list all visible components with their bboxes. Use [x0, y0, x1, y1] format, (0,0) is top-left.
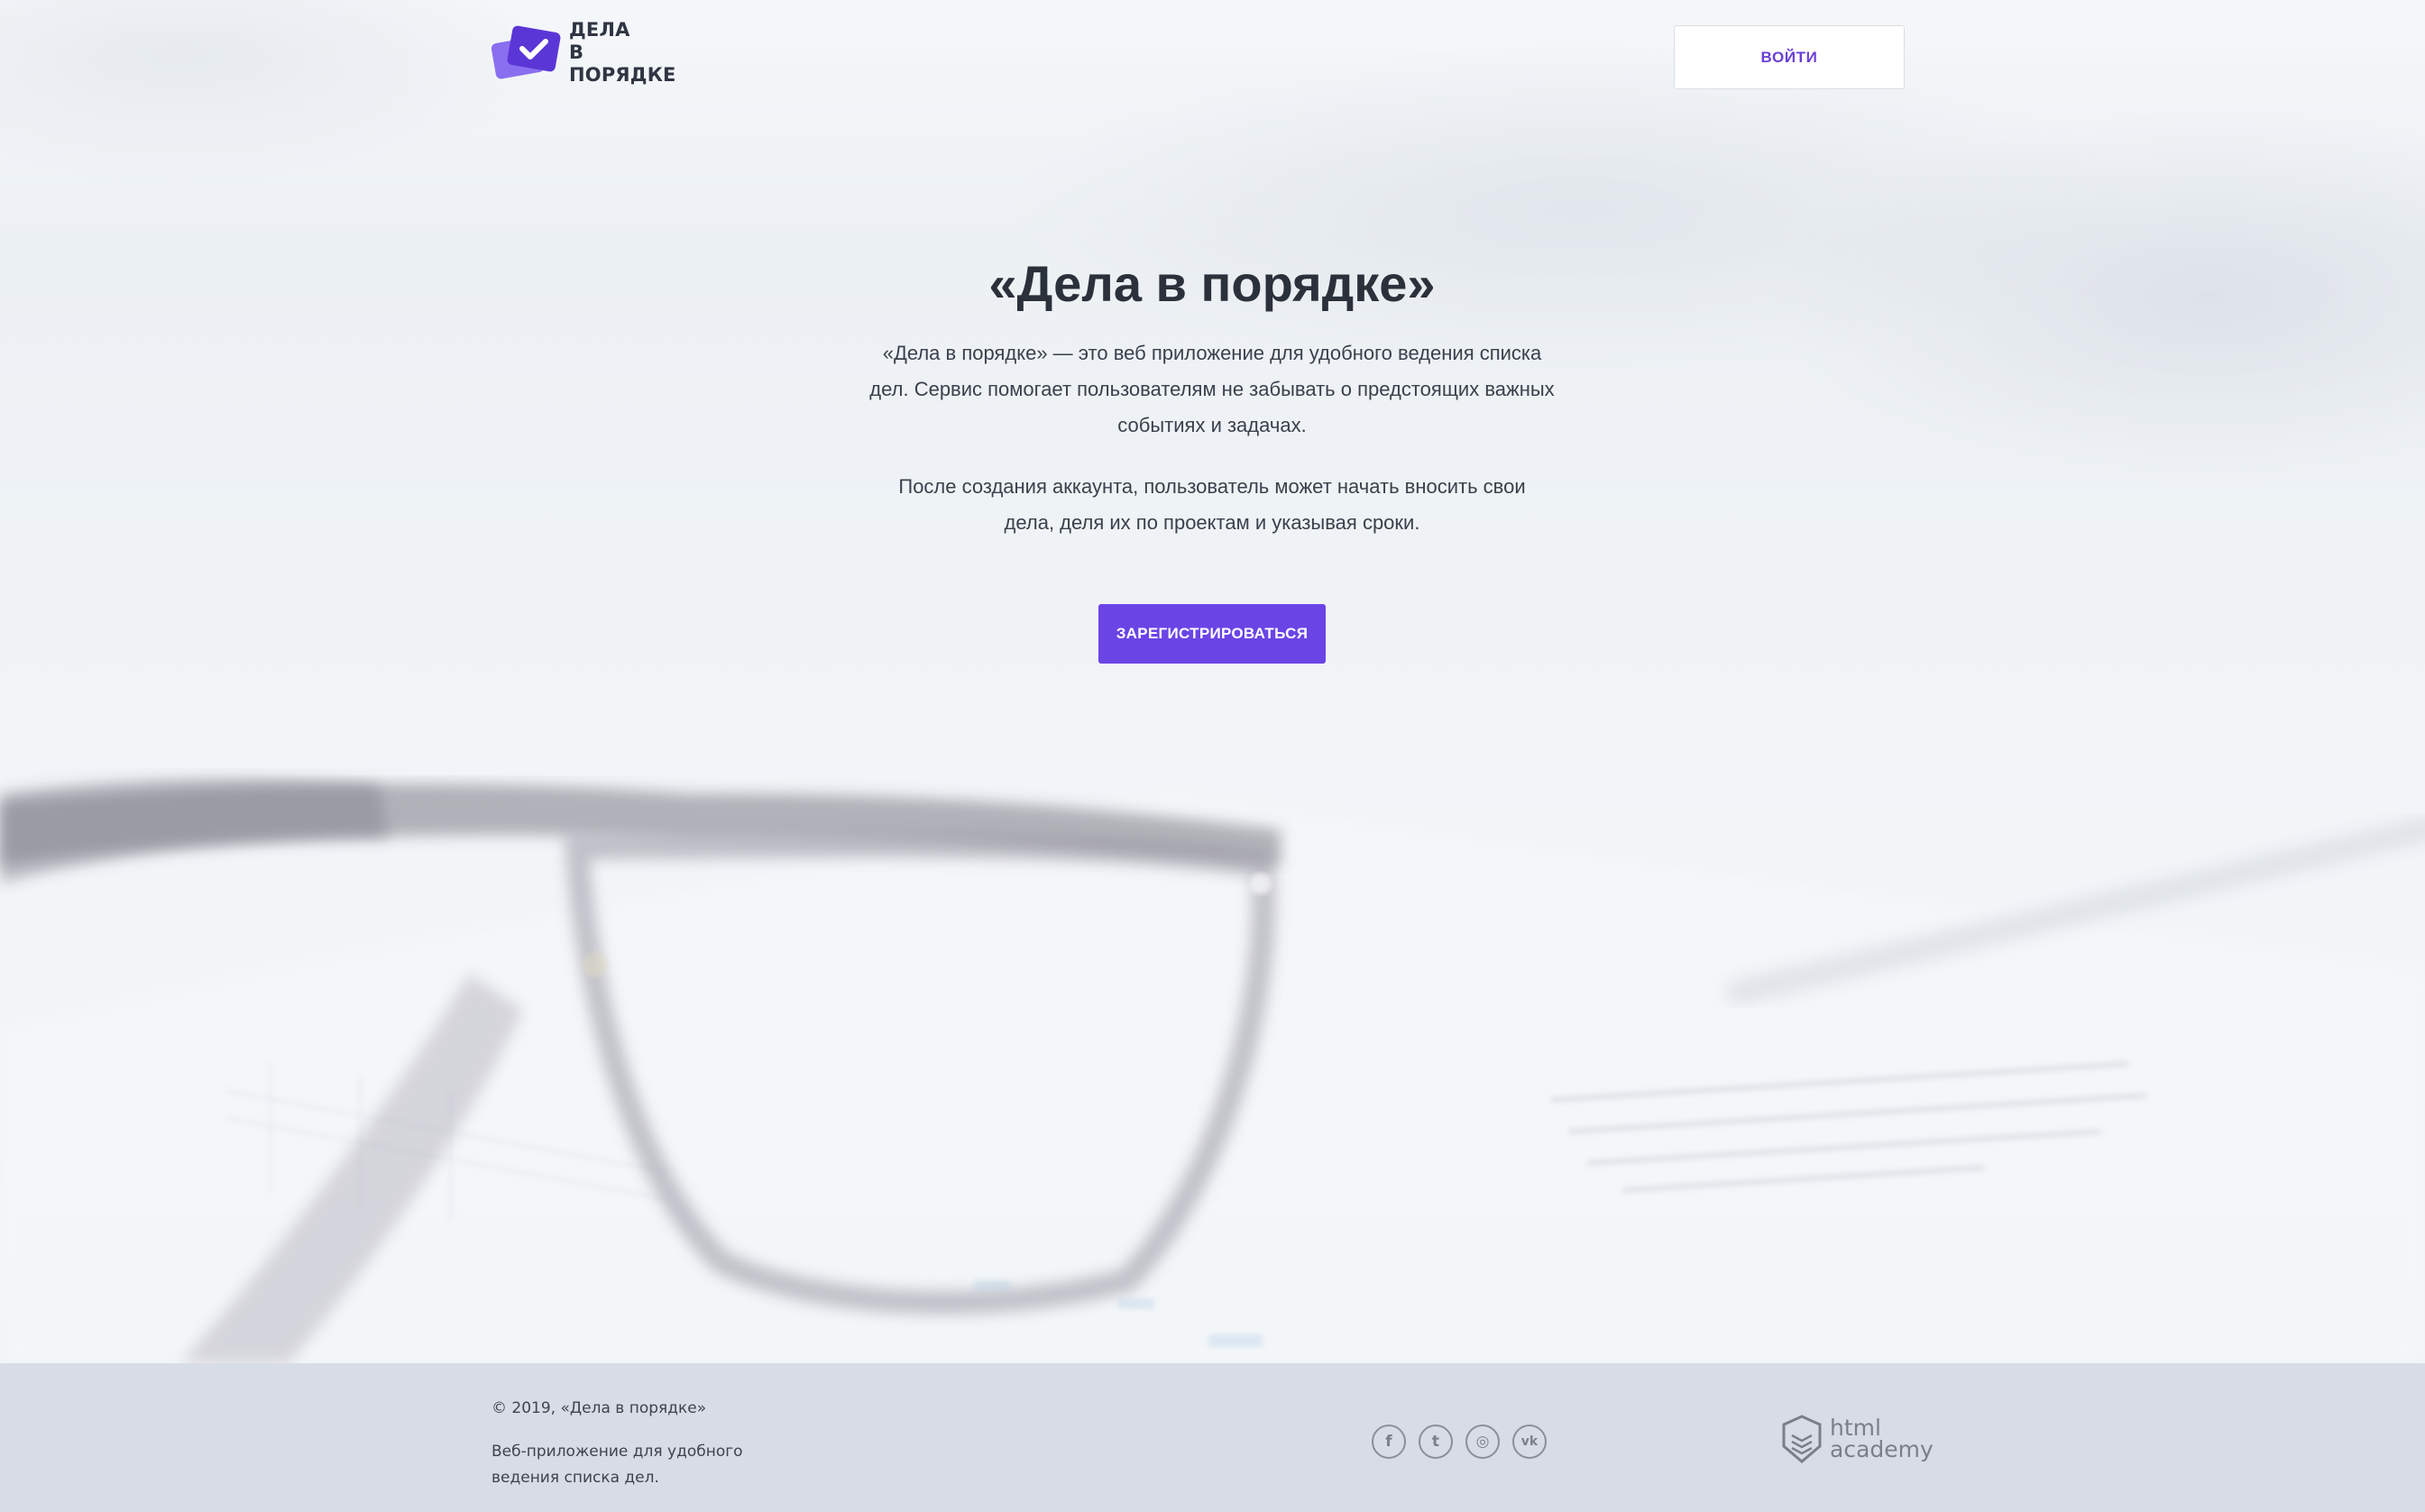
social-links: f t ◎ vk [1372, 1425, 1547, 1459]
login-button[interactable]: ВОЙТИ [1674, 25, 1905, 89]
footer-description: Веб-приложение для удобного ведения спис… [491, 1443, 743, 1487]
facebook-icon[interactable]: f [1372, 1425, 1406, 1459]
academy-line-2: academy [1830, 1436, 1934, 1462]
register-button[interactable]: ЗАРЕГИСТРИРОВАТЬСЯ [1098, 604, 1326, 664]
hero-description: «Дела в порядке» — это веб приложение дл… [869, 342, 1555, 436]
site-footer: © 2019, «Дела в порядке» Веб-приложение … [0, 1363, 2425, 1512]
hero-background-image [0, 0, 2425, 1363]
twitter-icon[interactable]: t [1419, 1425, 1453, 1459]
logo-line-2: В ПОРЯДКЕ [569, 41, 676, 86]
page-title: «Дела в порядке» [988, 255, 1436, 312]
instagram-icon[interactable]: ◎ [1465, 1425, 1500, 1459]
html-academy-link[interactable]: html academy [1781, 1414, 1934, 1464]
html-academy-text: html academy [1830, 1416, 1934, 1462]
site-header: ДЕЛА В ПОРЯДКЕ ВОЙТИ [0, 0, 2425, 108]
hero-section: «Дела в порядке» «Дела в порядке» — это … [761, 249, 1663, 664]
logo-line-1: ДЕЛА [569, 18, 630, 41]
hero-subdescription: После создания аккаунта, пользователь мо… [898, 475, 1526, 534]
logo-checkmark-icon [491, 25, 562, 79]
copyright: © 2019, «Дела в порядке» [491, 1399, 707, 1417]
glasses-illustration [0, 0, 2425, 1363]
logo[interactable]: ДЕЛА В ПОРЯДКЕ [491, 19, 690, 86]
html-academy-shield-icon [1782, 1415, 1822, 1463]
vk-icon[interactable]: vk [1512, 1425, 1547, 1459]
logo-text: ДЕЛА В ПОРЯДКЕ [569, 19, 690, 87]
